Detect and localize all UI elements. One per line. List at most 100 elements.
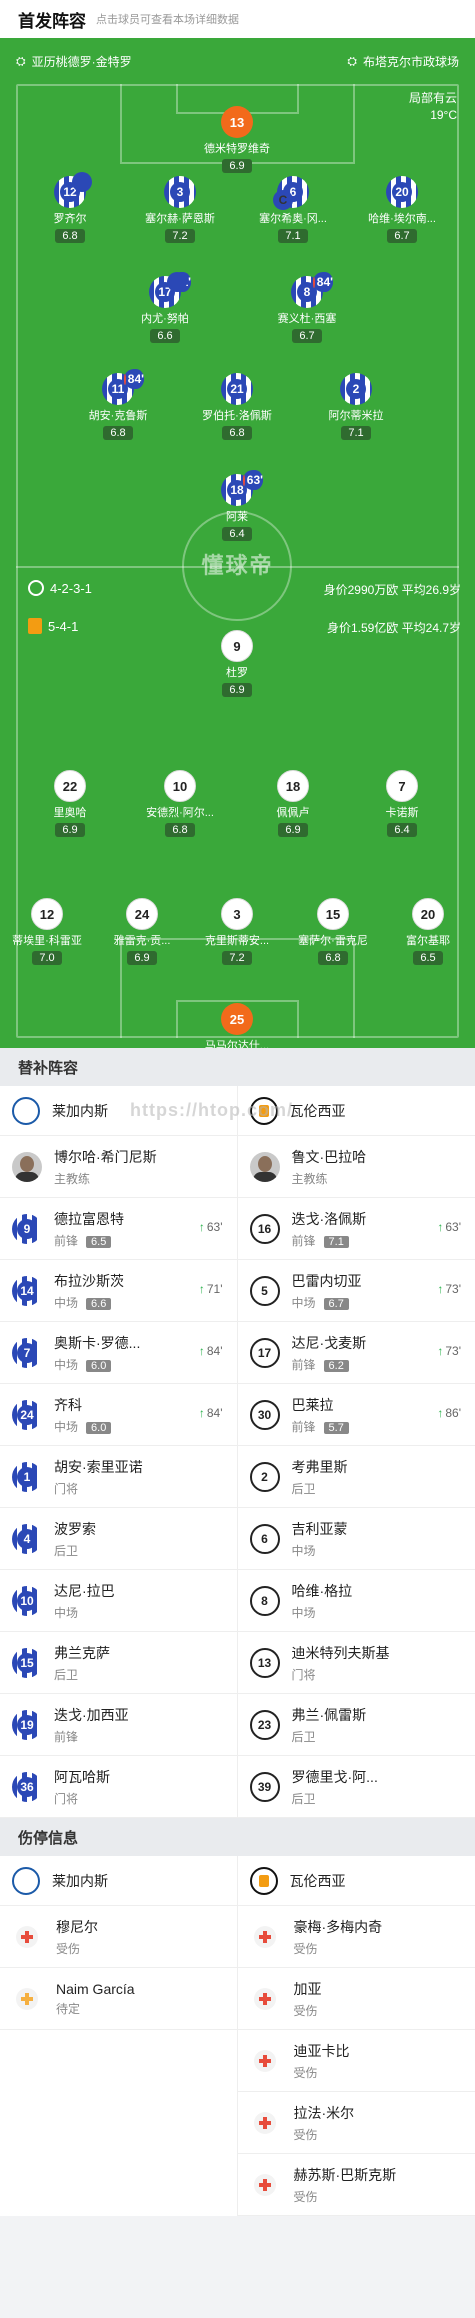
away-sub-player[interactable]: 5 巴雷内切亚 中场 6.7 ↑ 73'	[237, 1260, 475, 1322]
sub-in-time: ↑ 86'	[437, 1406, 461, 1420]
pitch-player[interactable]: 8 84' 赛义杜·西塞 6.7	[262, 272, 352, 344]
home-sub-player[interactable]: 9 德拉富恩特 前锋 6.5 ↑ 63'	[0, 1198, 238, 1260]
away-sub-player[interactable]: 16 迭戈·洛佩斯 前锋 7.1 ↑ 63'	[237, 1198, 475, 1260]
sub-in-time: ↑ 84'	[198, 1406, 223, 1420]
sub-position: 后卫	[291, 1481, 316, 1496]
away-sub-player[interactable]: 8 哈维·格拉 中场	[237, 1570, 475, 1632]
away-sub-player[interactable]: 13 迪米特列夫斯基 门将	[237, 1632, 475, 1694]
home-sub-player[interactable]: 15 弗兰克萨 后卫	[0, 1632, 238, 1694]
away-coach[interactable]: 鲁文·巴拉哈 主教练	[237, 1136, 475, 1198]
home-injuries: 莱加内斯 穆尼尔 受伤 Naim García 待定	[0, 1856, 238, 2216]
player-name: 赛义杜·西塞	[277, 313, 337, 325]
pitch-player[interactable]: 18 63' 阿莱 6.4	[192, 470, 282, 542]
pitch-player[interactable]: 11 84' 胡安·克鲁斯 6.8	[73, 369, 163, 441]
home-coach[interactable]: 博尔哈·希门尼斯 主教练	[0, 1136, 238, 1198]
home-sub-player[interactable]: 7 奥斯卡·罗德... 中场 6.0 ↑ 84'	[0, 1322, 238, 1384]
pitch-player[interactable]: 7 卡诺斯 6.4	[357, 770, 447, 838]
home-sub-player[interactable]: 10 达尼·拉巴 中场	[0, 1570, 238, 1632]
injured-player[interactable]: 赫苏斯·巴斯克斯 受伤	[237, 2154, 475, 2216]
player-rating: 6.6	[150, 329, 180, 343]
pitch-player[interactable]: 22 里奥哈 6.9	[25, 770, 115, 838]
player-name: 胡安·克鲁斯	[88, 410, 148, 422]
pitch-player[interactable]: 20 富尔基耶 6.5	[383, 898, 473, 966]
player-name: 罗伯托·洛佩斯	[202, 410, 272, 422]
valencia-badge-icon	[249, 1866, 278, 1895]
pitch-player[interactable]: 25马马尔达什...6.4	[192, 1003, 282, 1048]
away-sub-player[interactable]: 30 巴莱拉 前锋 5.7 ↑ 86'	[237, 1384, 475, 1446]
injured-name: 迪亚卡比	[293, 2042, 350, 2059]
home-team-cell[interactable]: 莱加内斯	[0, 1856, 237, 1906]
injured-player[interactable]: 拉法·米尔 受伤	[237, 2092, 475, 2154]
sub-name: 巴莱拉	[291, 1396, 334, 1413]
sub-position: 后卫	[54, 1667, 79, 1682]
player-name: 佩佩卢	[276, 807, 310, 819]
sub-position: 中场 6.7	[292, 1294, 464, 1311]
home-sub-player[interactable]: 24 齐科 中场 6.0 ↑ 84'	[0, 1384, 238, 1446]
pitch-player[interactable]: 20 哈维·埃尔南... 6.7	[357, 176, 447, 244]
player-name: 内尤·努帕	[141, 313, 189, 325]
away-sub-player[interactable]: 17 达尼·戈麦斯 前锋 6.2 ↑ 73'	[237, 1322, 475, 1384]
sub-name: 德拉富恩特	[54, 1210, 124, 1227]
away-sub-player[interactable]: 2 考弗里斯 后卫	[237, 1446, 475, 1508]
pitch-player[interactable]: 1771' 内尤·努帕 6.6	[120, 272, 210, 344]
away-team-cell[interactable]: 瓦伦西亚	[237, 1856, 475, 1906]
home-sub-player[interactable]: 14 布拉沙斯茨 中场 6.6 ↑ 71'	[0, 1260, 238, 1322]
pitch-player[interactable]: 2 阿尔蒂米拉 7.1	[311, 373, 401, 441]
player-number: 8 84'	[291, 272, 333, 308]
pitch-player[interactable]: 21 罗伯托·洛佩斯 6.8	[192, 373, 282, 441]
injured-name: Naim García	[56, 1980, 135, 1997]
pitch-player[interactable]: 3 塞尔赫·萨恩斯 7.2	[135, 176, 225, 244]
sub-in-arrow-icon: ↑	[437, 1344, 444, 1358]
sub-position: 门将	[54, 1481, 79, 1496]
player-number: 1771'	[149, 272, 191, 308]
player-number: 24	[126, 898, 158, 930]
player-rating: 6.7	[292, 329, 322, 343]
injured-player[interactable]: 加亚 受伤	[237, 1968, 475, 2030]
sub-icon	[313, 276, 315, 288]
away-sub-player[interactable]: 6 吉利亚蒙 中场	[237, 1508, 475, 1570]
home-formation: 4-2-3-1	[28, 580, 92, 596]
shirt-number: 1	[12, 1461, 42, 1492]
pitch-player[interactable]: 24 雅雷克·贡... 6.9	[97, 898, 187, 966]
player-number: 15	[317, 898, 349, 930]
pitch-player[interactable]: 13 德米特罗维奇 6.9	[192, 106, 282, 174]
stadium-icon: ⛭	[347, 53, 357, 68]
injured-player[interactable]: 穆尼尔 受伤	[0, 1906, 237, 1968]
sub-name: 齐科	[54, 1396, 82, 1413]
pitch-player[interactable]: 15 塞萨尔·雷克尼 6.8	[288, 898, 378, 966]
sub-in-time: ↑ 73'	[437, 1344, 461, 1358]
home-sub-player[interactable]: 1 胡安·索里亚诺 门将	[0, 1446, 238, 1508]
away-sub-player[interactable]: 23 弗兰·佩雷斯 后卫	[237, 1694, 475, 1756]
pitch-player[interactable]: 10 安德烈·阿尔... 6.8	[135, 770, 225, 838]
yellow-card-icon	[167, 272, 187, 292]
page-subtitle: 点击球员可查看本场详细数据	[96, 14, 239, 26]
player-number: 11 84'	[102, 369, 144, 405]
pitch-player[interactable]: 9 杜罗 6.9	[192, 630, 282, 698]
pitch-player[interactable]: 12 蒂埃里·科雷亚 7.0	[2, 898, 92, 966]
player-rating: 7.2	[165, 229, 195, 243]
injured-name: 加亚	[293, 1980, 322, 1997]
pitch-player[interactable]: 3 克里斯蒂安... 7.2	[192, 898, 282, 966]
pitch-player[interactable]: 18 佩佩卢 6.9	[248, 770, 338, 838]
injured-name: 穆尼尔	[56, 1918, 98, 1935]
pitch-player[interactable]: 6 C 塞尔希奥·冈... 7.1	[248, 176, 338, 244]
injured-player[interactable]: Naim García 待定	[0, 1968, 237, 2030]
sub-rating: 6.6	[86, 1297, 112, 1310]
injured-player[interactable]: 豪梅·多梅内奇 受伤	[237, 1906, 475, 1968]
player-name: 罗齐尔	[53, 213, 87, 225]
player-number: 20	[386, 176, 418, 208]
sub-rating: 6.7	[323, 1297, 349, 1310]
player-name: 塞萨尔·雷克尼	[298, 935, 368, 947]
injured-player[interactable]: 迪亚卡比 受伤	[237, 2030, 475, 2092]
sub-position: 门将	[291, 1667, 316, 1682]
player-rating: 6.8	[55, 229, 85, 243]
sub-position: 前锋 6.2	[292, 1356, 464, 1373]
home-sub-player[interactable]: 19 迭戈·加西亚 前锋	[0, 1694, 238, 1756]
home-sub-player[interactable]: 4 波罗索 后卫	[0, 1508, 238, 1570]
home-sub-player[interactable]: 36 阿瓦哈斯 门将	[0, 1756, 238, 1818]
pitch-player[interactable]: 12 罗齐尔 6.8	[25, 172, 115, 244]
player-name: 哈维·埃尔南...	[368, 213, 436, 225]
shirt-number: 19	[12, 1709, 42, 1740]
away-sub-player[interactable]: 39 罗德里戈·阿... 后卫	[237, 1756, 475, 1818]
sub-in-arrow-icon: ↑	[198, 1344, 205, 1358]
